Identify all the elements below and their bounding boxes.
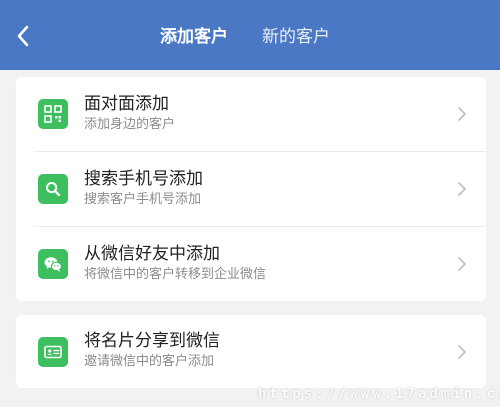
menu-item-search-phone[interactable]: 搜索手机号添加 搜索客户手机号添加	[16, 152, 486, 226]
tab-add-customer[interactable]: 添加客户	[160, 24, 228, 50]
menu-item-title: 面对面添加	[84, 94, 169, 114]
menu-item-title: 将名片分享到微信	[84, 331, 220, 351]
qr-code-icon	[38, 99, 68, 129]
menu-item-title: 从微信好友中添加	[84, 244, 220, 264]
chevron-right-icon	[458, 345, 466, 359]
watermark: https://www.17admin.cc	[258, 386, 500, 402]
tab-new-customers[interactable]: 新的客户	[262, 24, 330, 50]
menu-item-subtitle: 邀请微信中的客户添加	[84, 354, 215, 369]
chevron-right-icon	[458, 257, 466, 271]
menu-item-face-to-face[interactable]: 面对面添加 添加身边的客户	[16, 77, 486, 151]
chevron-right-icon	[458, 107, 466, 121]
menu-item-title: 搜索手机号添加	[84, 169, 203, 189]
search-icon	[38, 174, 68, 204]
top-nav-bar: 添加客户 新的客户	[0, 0, 500, 70]
back-arrow-icon[interactable]	[12, 22, 36, 50]
business-card-icon	[38, 337, 68, 367]
menu-item-share-business-card[interactable]: 将名片分享到微信 邀请微信中的客户添加	[16, 315, 486, 388]
menu-item-subtitle: 添加身边的客户	[84, 117, 176, 132]
share-card: 将名片分享到微信 邀请微信中的客户添加	[16, 315, 486, 388]
menu-item-subtitle: 搜索客户手机号添加	[84, 192, 202, 207]
menu-item-wechat-friends[interactable]: 从微信好友中添加 将微信中的客户转移到企业微信	[16, 227, 486, 301]
chevron-right-icon	[458, 182, 466, 196]
wechat-icon	[38, 249, 68, 279]
menu-item-subtitle: 将微信中的客户转移到企业微信	[84, 267, 267, 282]
add-methods-card: 面对面添加 添加身边的客户 搜索手机号添加 搜索客户手机号添加 从微信好友中添加…	[16, 77, 486, 301]
